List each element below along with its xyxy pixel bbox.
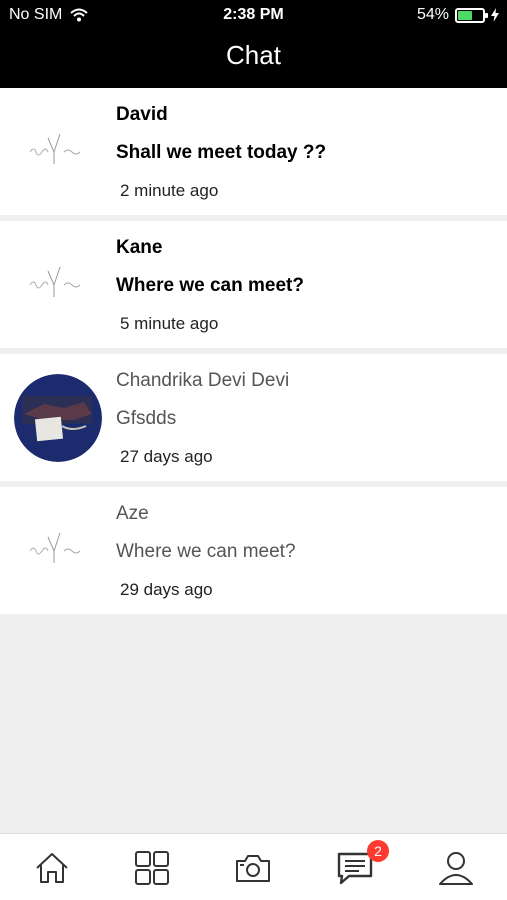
chat-item-kane[interactable]: Kane Where we can meet? 5 minute ago xyxy=(0,221,507,348)
tab-bar: 2 xyxy=(0,833,507,900)
chat-list: David Shall we meet today ?? 2 minute ag… xyxy=(0,88,507,620)
chat-time: 29 days ago xyxy=(120,580,213,599)
photo-avatar-icon xyxy=(14,374,102,462)
tab-chat[interactable]: 2 xyxy=(335,840,389,888)
status-bar: No SIM 2:38 PM 54% xyxy=(0,0,507,32)
logo-placeholder-icon xyxy=(29,266,81,297)
chat-message: Where we can meet? xyxy=(116,275,304,296)
logo-placeholder-icon xyxy=(29,532,81,563)
chat-item-aze[interactable]: Aze Where we can meet? 29 days ago xyxy=(0,487,507,614)
chat-time: 5 minute ago xyxy=(120,314,219,333)
tab-camera[interactable] xyxy=(233,848,273,888)
top-bar: No SIM 2:38 PM 54% Chat xyxy=(0,0,507,88)
chat-item-chandrika[interactable]: Chandrika Devi Devi Gfsdds 27 days ago xyxy=(0,354,507,481)
page-title: Chat xyxy=(226,40,281,70)
tab-home[interactable] xyxy=(32,848,72,888)
chat-message: Where we can meet? xyxy=(116,541,296,562)
avatar xyxy=(14,507,102,595)
home-icon xyxy=(36,853,68,883)
chat-message: Gfsdds xyxy=(116,408,177,429)
chat-name: Chandrika Devi Devi xyxy=(116,370,290,391)
battery-percent: 54% xyxy=(416,6,449,23)
chat-item-david[interactable]: David Shall we meet today ?? 2 minute ag… xyxy=(0,88,507,215)
chat-time: 2 minute ago xyxy=(120,181,219,200)
battery-info: 54% xyxy=(417,6,499,24)
notification-badge: 2 xyxy=(367,840,389,862)
avatar xyxy=(14,374,102,462)
battery-icon xyxy=(455,7,488,23)
charging-icon xyxy=(491,8,499,22)
tab-profile[interactable] xyxy=(436,848,476,888)
logo-placeholder-icon xyxy=(29,133,81,164)
chat-name: David xyxy=(116,104,168,125)
camera-icon xyxy=(236,855,270,882)
avatar xyxy=(14,108,102,196)
chat-time: 27 days ago xyxy=(120,447,213,466)
grid-icon xyxy=(135,851,169,885)
profile-icon xyxy=(439,852,473,885)
chat-message: Shall we meet today ?? xyxy=(116,142,327,163)
avatar xyxy=(14,241,102,329)
chat-name: Aze xyxy=(116,503,149,524)
tab-grid[interactable] xyxy=(132,848,172,888)
chat-name: Kane xyxy=(116,237,163,258)
